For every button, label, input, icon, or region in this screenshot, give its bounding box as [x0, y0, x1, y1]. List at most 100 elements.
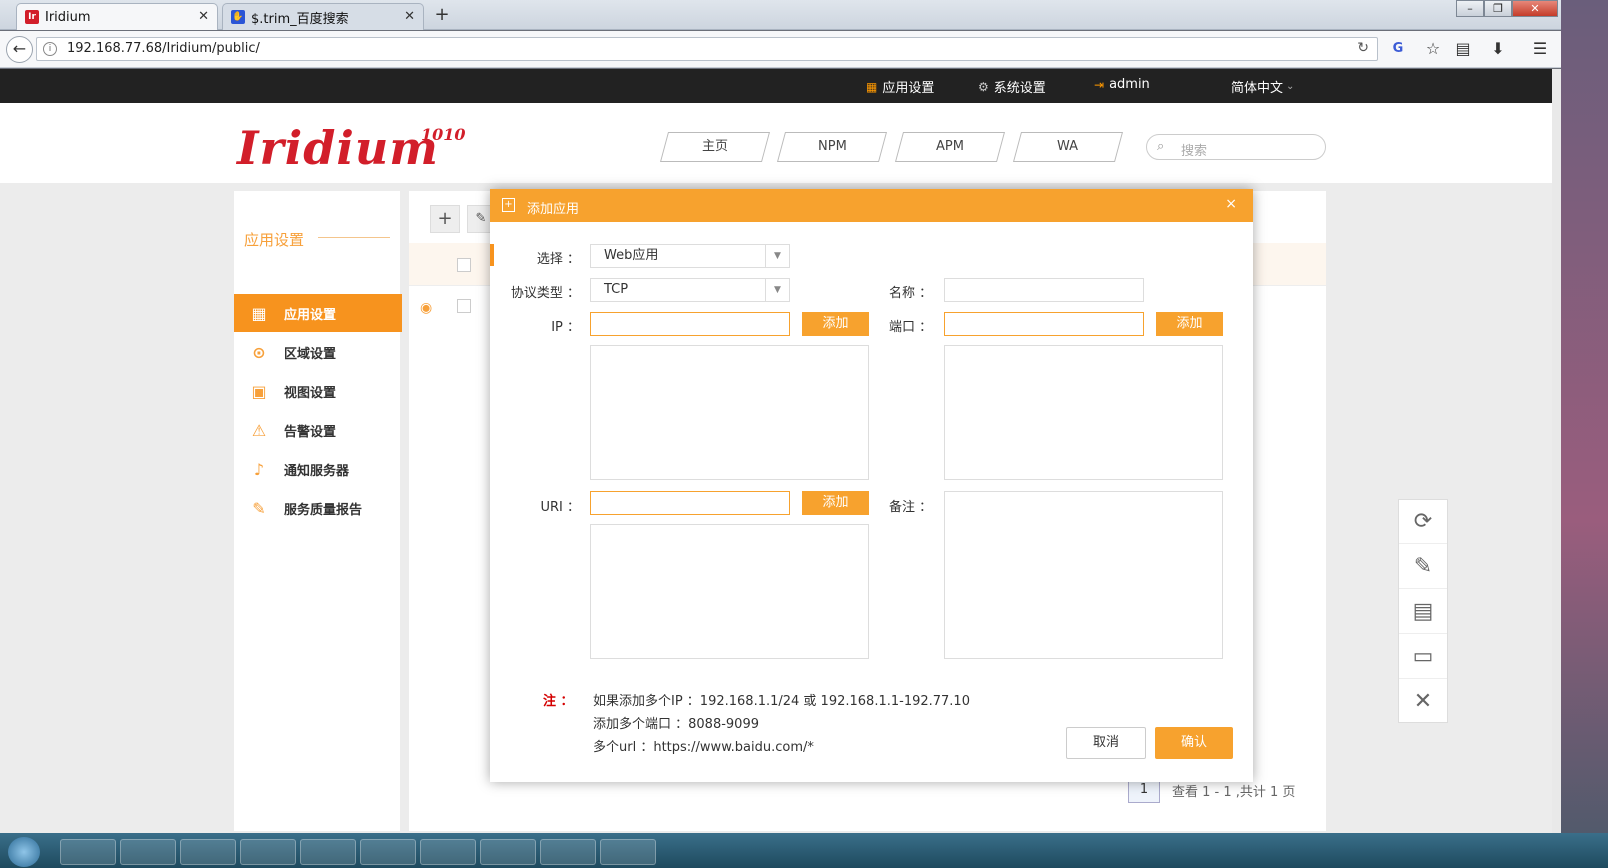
- nav-tab-label: APM: [936, 139, 964, 154]
- row-checkbox[interactable]: [457, 299, 471, 313]
- port-list-box[interactable]: [944, 345, 1223, 480]
- taskbar-app[interactable]: [60, 839, 116, 865]
- add-uri-button[interactable]: 添加: [802, 491, 869, 515]
- new-tab-button[interactable]: +: [432, 4, 452, 26]
- reload-icon[interactable]: ↻: [1357, 40, 1369, 56]
- port-input[interactable]: [944, 312, 1144, 336]
- language-label: 简体中文: [1231, 81, 1284, 96]
- name-input[interactable]: [944, 278, 1144, 302]
- dialog-close-icon[interactable]: ×: [1225, 196, 1237, 212]
- sidebar-item-label: 区域设置: [284, 346, 337, 362]
- cancel-button[interactable]: 取消: [1066, 727, 1146, 759]
- uri-input[interactable]: [590, 491, 790, 515]
- sidebar-item-region-settings[interactable]: ⊙ 区域设置: [234, 333, 402, 371]
- name-label: 名称 ：: [889, 286, 933, 301]
- app-type-value: Web应用: [604, 248, 659, 263]
- floating-tool-panel: ⟳ ✎ ▤ ▭ ✕: [1398, 499, 1448, 723]
- protocol-value: TCP: [604, 282, 629, 297]
- port-label: 端口 ：: [889, 320, 933, 335]
- taskbar-app[interactable]: [180, 839, 236, 865]
- minimize-button[interactable]: –: [1456, 0, 1484, 17]
- nav-tab-label: WA: [1057, 139, 1079, 154]
- add-port-button[interactable]: 添加: [1156, 312, 1223, 336]
- menu-icon[interactable]: ☰: [1530, 39, 1550, 59]
- search-input[interactable]: ⌕ 搜索: [1146, 134, 1326, 160]
- grid-icon: ▦: [866, 79, 878, 94]
- url-text[interactable]: 192.168.77.68/Iridium/public/: [67, 41, 260, 56]
- close-tab-icon[interactable]: ✕: [404, 9, 415, 24]
- taskbar-app[interactable]: [540, 839, 596, 865]
- grid-icon: ▦: [251, 303, 267, 323]
- ip-list-box[interactable]: [590, 345, 869, 480]
- logout-icon: ⇥: [1094, 77, 1105, 92]
- top-app-settings-label: 应用设置: [882, 81, 935, 96]
- desktop-background-edge: [1561, 0, 1608, 868]
- app-type-select[interactable]: Web应用 ▼: [590, 244, 790, 268]
- sidebar-item-alarm-settings[interactable]: ⚠ 告警设置: [234, 411, 402, 449]
- uri-label: URI ：: [540, 500, 580, 515]
- pagination-summary: 查看 1 - 1 ,共计 1 页: [1172, 785, 1296, 800]
- remark-textarea[interactable]: [944, 491, 1223, 659]
- refresh-icon[interactable]: ⟳: [1399, 500, 1447, 544]
- close-tab-icon[interactable]: ✕: [198, 9, 209, 24]
- close-icon[interactable]: ✕: [1399, 680, 1447, 724]
- translate-icon[interactable]: G: [1388, 39, 1408, 59]
- top-user-link[interactable]: ⇥ admin: [1094, 77, 1150, 92]
- ip-input[interactable]: [590, 312, 790, 336]
- taskbar-app[interactable]: [120, 839, 176, 865]
- caret-down-icon: ▼: [765, 245, 789, 267]
- logo[interactable]: Iridium: [237, 121, 439, 175]
- nav-tab-npm[interactable]: NPM: [776, 132, 888, 162]
- monitor-icon[interactable]: ▭: [1399, 635, 1447, 679]
- sidebar-item-label: 服务质量报告: [284, 502, 363, 518]
- taskbar-app[interactable]: [480, 839, 536, 865]
- add-app-dialog: + 添加应用 × 选择 ： Web应用 ▼ 协议类型 ： TCP ▼ 名称 ： …: [490, 189, 1253, 782]
- add-ip-button[interactable]: 添加: [802, 312, 869, 336]
- back-button[interactable]: ←: [6, 36, 33, 63]
- info-icon[interactable]: i: [43, 42, 57, 56]
- sidebar-item-notify-server[interactable]: ♪ 通知服务器: [234, 450, 402, 488]
- address-bar[interactable]: i 192.168.77.68/Iridium/public/ ↻: [36, 37, 1378, 61]
- protocol-select[interactable]: TCP ▼: [590, 278, 790, 302]
- nav-tab-wa[interactable]: WA: [1012, 132, 1124, 162]
- start-button[interactable]: [8, 837, 40, 867]
- tab-title: Iridium: [45, 9, 91, 25]
- eye-icon[interactable]: ◉: [420, 300, 432, 316]
- taskbar-app[interactable]: [300, 839, 356, 865]
- document-icon[interactable]: ▤: [1399, 590, 1447, 634]
- download-icon[interactable]: ⬇: [1488, 39, 1508, 59]
- window-close-button[interactable]: ✕: [1512, 0, 1558, 17]
- iridium-favicon-icon: Ir: [25, 10, 39, 24]
- language-dropdown[interactable]: 简体中文 ⌄: [1231, 77, 1294, 96]
- nav-tab-apm[interactable]: APM: [894, 132, 1006, 162]
- taskbar-app[interactable]: [600, 839, 656, 865]
- uri-list-box[interactable]: [590, 524, 869, 659]
- chevron-down-icon: ⌄: [1286, 81, 1295, 92]
- reading-list-icon[interactable]: ▤: [1453, 39, 1473, 59]
- ip-label: IP ：: [551, 320, 580, 335]
- os-taskbar: [0, 833, 1608, 868]
- sidebar-item-app-settings[interactable]: ▦ 应用设置: [234, 294, 402, 332]
- top-system-settings-link[interactable]: ⚙ 系统设置: [978, 77, 1046, 97]
- restore-button[interactable]: ❐: [1484, 0, 1512, 17]
- nav-tab-home[interactable]: 主页: [659, 132, 771, 162]
- sidebar-item-view-settings[interactable]: ▣ 视图设置: [234, 372, 402, 410]
- add-icon[interactable]: +: [430, 205, 460, 233]
- search-placeholder: 搜索: [1181, 144, 1208, 159]
- sidebar-item-label: 视图设置: [284, 385, 337, 401]
- gear-icon: ⚙: [978, 79, 989, 94]
- bookmark-star-icon[interactable]: ☆: [1423, 39, 1443, 59]
- taskbar-app[interactable]: [240, 839, 296, 865]
- browser-tab-baidu[interactable]: ✋ $.trim_百度搜索 ✕: [222, 3, 424, 30]
- taskbar-app[interactable]: [360, 839, 416, 865]
- scrollbar[interactable]: [1552, 69, 1561, 833]
- edit-square-icon[interactable]: ✎: [1399, 545, 1447, 589]
- sidebar-item-label: 告警设置: [284, 424, 337, 440]
- browser-tab-iridium[interactable]: Ir Iridium ✕: [16, 3, 218, 30]
- confirm-button[interactable]: 确认: [1155, 727, 1233, 759]
- top-app-settings-link[interactable]: ▦ 应用设置: [866, 77, 935, 97]
- sidebar-title-divider: [318, 237, 390, 238]
- taskbar-app[interactable]: [420, 839, 476, 865]
- select-all-checkbox[interactable]: [457, 258, 471, 272]
- sidebar-item-qos-report[interactable]: ✎ 服务质量报告: [234, 489, 402, 527]
